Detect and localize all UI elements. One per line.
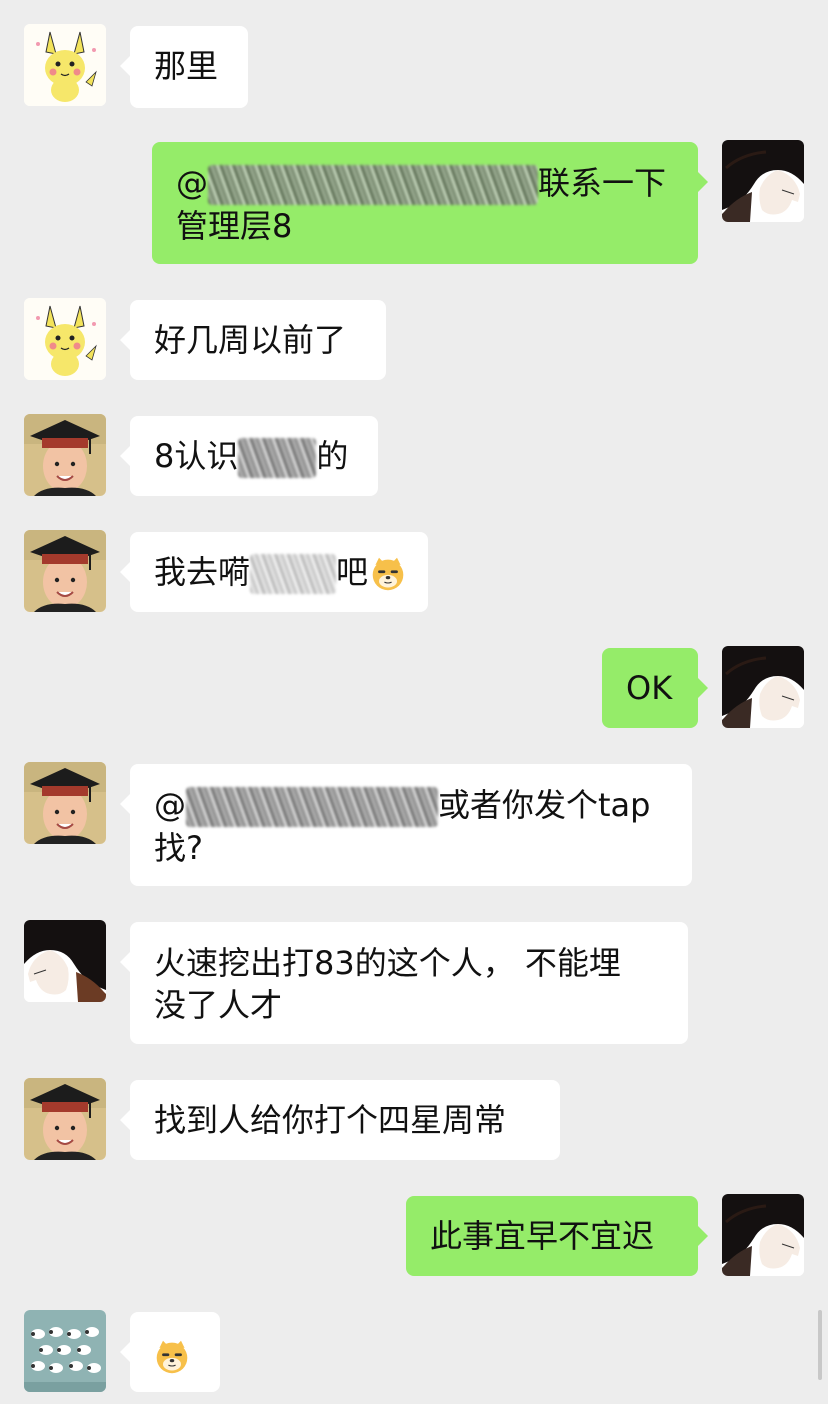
message-text: 没了人才 bbox=[154, 986, 283, 1024]
message-text: 好几周以前了 bbox=[154, 321, 347, 359]
message-text: 或者你发个tap bbox=[438, 786, 651, 824]
message-text: @ bbox=[154, 786, 186, 824]
graduate-child-avatar[interactable] bbox=[24, 1078, 106, 1160]
dark-hair-avatar[interactable] bbox=[722, 646, 804, 728]
redacted-name bbox=[238, 438, 317, 478]
dark-hair-avatar[interactable] bbox=[24, 920, 106, 1002]
doge-emoji bbox=[370, 556, 406, 592]
redacted-mention bbox=[208, 165, 538, 205]
message-bubble[interactable]: 找到人给你打个四星周常 bbox=[120, 1080, 560, 1160]
message-bubble[interactable]: 我去嗬 吧 bbox=[120, 532, 428, 612]
redacted-name bbox=[250, 554, 337, 594]
message-text: @ bbox=[176, 164, 208, 202]
message-line: @ 联系一下 bbox=[176, 162, 674, 205]
graduate-child-avatar[interactable] bbox=[24, 762, 106, 844]
message-text: 那里 bbox=[154, 47, 219, 85]
message-text: 找到人给你打个四星周常 bbox=[154, 1101, 507, 1139]
message-line: @ 或者你发个tap bbox=[154, 784, 668, 827]
message-bubble[interactable]: 此事宜早不宜迟 bbox=[406, 1196, 708, 1276]
message-text: 管理层8 bbox=[176, 207, 293, 245]
graduate-child-avatar[interactable] bbox=[24, 414, 106, 496]
message-bubble[interactable]: @ 联系一下 管理层8 bbox=[152, 142, 708, 264]
pikachu-avatar[interactable] bbox=[24, 24, 106, 106]
graduate-child-avatar[interactable] bbox=[24, 530, 106, 612]
sheep-pattern-avatar[interactable] bbox=[24, 1310, 106, 1392]
message-bubble[interactable]: @ 或者你发个tap 找? bbox=[120, 764, 692, 886]
message-text: 联系一下 bbox=[538, 164, 667, 202]
message-text: 找? bbox=[154, 829, 203, 867]
message-text: 吧 bbox=[336, 553, 369, 591]
message-text: 我去嗬 bbox=[154, 553, 251, 591]
message-bubble[interactable] bbox=[120, 1312, 220, 1392]
message-bubble[interactable]: 那里 bbox=[120, 26, 248, 108]
message-text: OK bbox=[626, 669, 673, 707]
dark-hair-avatar[interactable] bbox=[722, 1194, 804, 1276]
message-text: 8认识 bbox=[154, 437, 239, 475]
message-text: 此事宜早不宜迟 bbox=[430, 1217, 655, 1255]
message-bubble[interactable]: OK bbox=[602, 648, 708, 728]
message-bubble[interactable]: 好几周以前了 bbox=[120, 300, 386, 380]
redacted-mention bbox=[186, 787, 438, 827]
dark-hair-avatar[interactable] bbox=[722, 140, 804, 222]
message-text: 火速挖出打83的这个人， 不能埋 bbox=[154, 944, 621, 982]
message-bubble[interactable]: 8认识 的 bbox=[120, 416, 378, 496]
scrollbar[interactable] bbox=[818, 1310, 822, 1380]
message-bubble[interactable]: 火速挖出打83的这个人， 不能埋 没了人才 bbox=[120, 922, 688, 1044]
pikachu-avatar[interactable] bbox=[24, 298, 106, 380]
doge-emoji bbox=[154, 1339, 190, 1375]
message-text: 的 bbox=[316, 437, 349, 475]
